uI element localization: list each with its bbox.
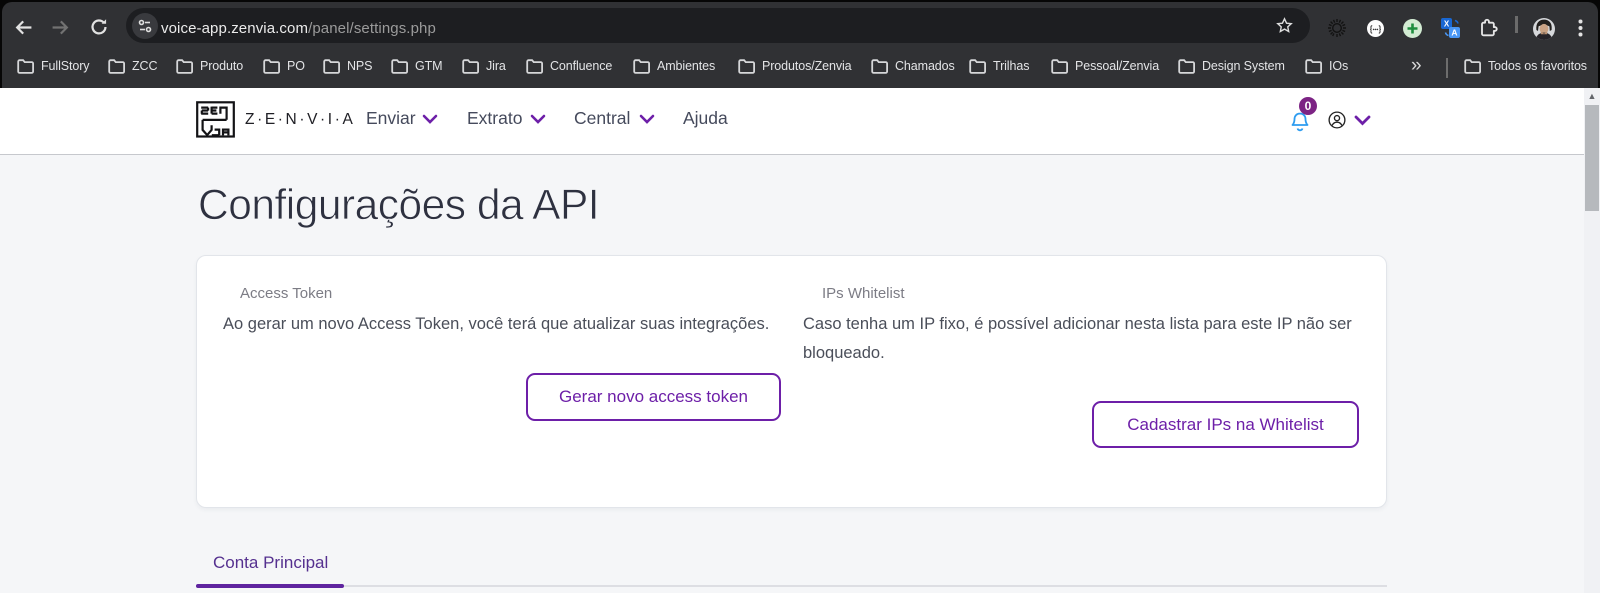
svg-text:A: A [1451, 28, 1457, 38]
svg-text:X: X [1444, 20, 1450, 29]
